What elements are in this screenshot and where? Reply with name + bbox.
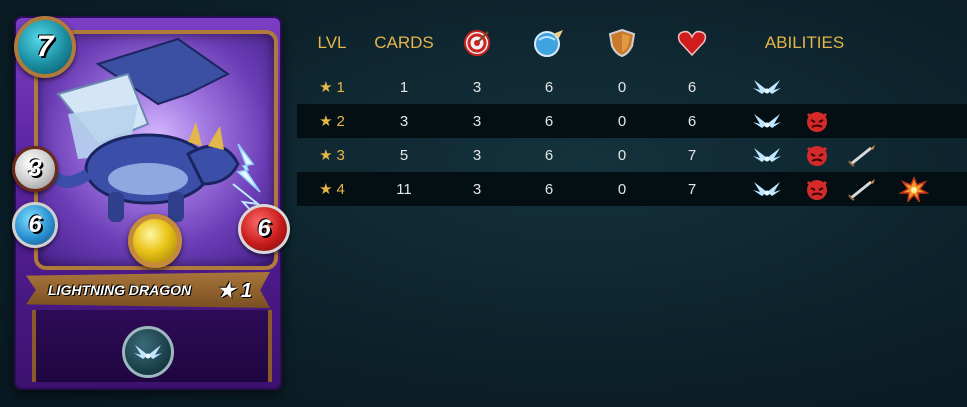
speed-cell: 6	[544, 180, 554, 198]
level-number: 2	[336, 112, 345, 130]
armor-cell: 0	[617, 146, 627, 164]
enrage-icon[interactable]	[802, 175, 832, 203]
ranged-cell: 3	[472, 112, 482, 130]
flying-icon[interactable]	[752, 141, 782, 169]
level-number: 3	[336, 146, 345, 164]
ranged-attack-value: 3	[28, 155, 42, 182]
level-number: 4	[336, 180, 345, 198]
speed-value: 6	[28, 211, 42, 238]
health-cell: 6	[687, 112, 697, 130]
armor-shield-icon	[602, 20, 642, 66]
flying-icon[interactable]	[752, 175, 782, 203]
speed-icon	[529, 20, 569, 66]
speed-badge: 6	[12, 202, 58, 248]
monster-card: 7 3 6 6 LIGHTNING DRAGON ★ 1	[12, 14, 290, 392]
level-cell: ★ 3	[297, 138, 367, 172]
armor-cell: 0	[617, 78, 627, 96]
level-star: ★	[319, 113, 333, 130]
ranged-cell: 3	[472, 180, 482, 198]
ranged-cell: 3	[472, 78, 482, 96]
table-row: ★ 4 11 3 6 0 7	[297, 172, 967, 206]
header-cards: CARDS	[374, 33, 434, 52]
level-number: 1	[336, 78, 345, 96]
level-cell: ★ 1	[297, 70, 367, 104]
level-star: ★	[319, 147, 333, 164]
ranged-attack-icon	[457, 20, 497, 66]
table-row: ★ 3 5 3 6 0 7	[297, 138, 967, 172]
flying-icon	[122, 326, 174, 378]
table-row: ★ 2 3 3 6 0 6	[297, 104, 967, 138]
snipe-icon[interactable]	[847, 175, 877, 203]
cards-cell: 1	[399, 78, 409, 96]
enrage-icon[interactable]	[802, 107, 832, 135]
cards-cell: 5	[399, 146, 409, 164]
health-badge: 6	[238, 204, 290, 254]
health-heart-icon	[672, 20, 712, 66]
snipe-icon[interactable]	[847, 141, 877, 169]
cards-cell: 3	[399, 112, 409, 130]
ranged-cell: 3	[472, 146, 482, 164]
speed-cell: 6	[544, 146, 554, 164]
card-name: LIGHTNING DRAGON	[48, 282, 192, 298]
flying-icon[interactable]	[752, 73, 782, 101]
health-value: 6	[257, 215, 271, 242]
level-cell: ★ 2	[297, 104, 367, 138]
level-cell: ★ 4	[297, 172, 367, 206]
card-level: ★ 1	[217, 279, 252, 302]
armor-cell: 0	[617, 112, 627, 130]
table-row: ★ 1 1 3 6 0 6	[297, 70, 967, 104]
cards-cell: 11	[396, 180, 412, 198]
speed-cell: 6	[544, 78, 554, 96]
flying-icon[interactable]	[752, 107, 782, 135]
mana-cost-badge: 7	[14, 16, 76, 78]
table-header-row: LVL CARDS ABILITIES	[297, 20, 967, 66]
level-star: ★	[319, 181, 333, 198]
enrage-icon[interactable]	[802, 141, 832, 169]
blast-icon[interactable]	[899, 175, 929, 203]
health-cell: 7	[687, 146, 697, 164]
armor-cell: 0	[617, 180, 627, 198]
level-star: ★	[319, 79, 333, 96]
ranged-attack-badge: 3	[12, 146, 58, 192]
level-stats-table: LVL CARDS ABILITIES ★ 1 1 3 6 0 6 ★ 2 3 …	[297, 20, 967, 206]
card-name-banner: LIGHTNING DRAGON ★ 1	[26, 272, 270, 308]
header-abilities: ABILITIES	[764, 33, 845, 52]
health-cell: 6	[687, 78, 697, 96]
health-cell: 7	[687, 180, 697, 198]
speed-cell: 6	[544, 112, 554, 130]
header-lvl: LVL	[317, 33, 347, 52]
rarity-gem-icon	[128, 214, 182, 268]
